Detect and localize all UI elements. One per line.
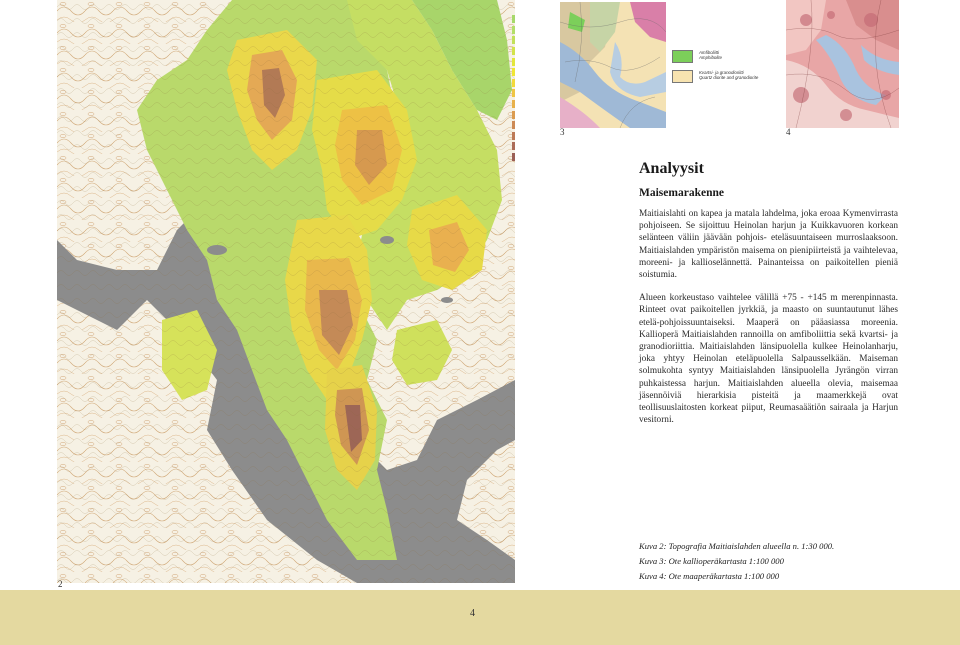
caption-figure-3: Kuva 3: Ote kallioperäkartasta 1:100 000 xyxy=(639,555,784,566)
figure-number-4: 4 xyxy=(786,127,791,137)
legend-entry: 140-145 xyxy=(512,152,515,163)
analysis-text: Analyysit Maisemarakenne Maitiaislahti o… xyxy=(639,160,898,437)
legend-entry: 125-130 xyxy=(512,120,515,131)
legend-entry: 85-90 xyxy=(512,35,515,46)
bedrock-map xyxy=(560,2,666,128)
elevation-legend: 75-80 80-85 85-90 90-95 95-100 100-105 1… xyxy=(512,14,515,162)
section-subheading: Maisemarakenne xyxy=(639,187,724,199)
page-footer: 4 xyxy=(0,590,960,645)
legend-entry: 100-105 xyxy=(512,67,515,78)
legend-entry-quartz-diorite: Kvartsi- ja granodioriitti Quartz diorit… xyxy=(672,70,782,83)
soil-map xyxy=(786,0,899,128)
caption-figure-2: Kuva 2: Topografia Maitiaislahden alueel… xyxy=(639,541,835,551)
figure-number-2: 2 xyxy=(58,579,63,589)
legend-entry: 130-135 xyxy=(512,131,515,142)
figure-number-3: 3 xyxy=(560,127,565,137)
page-number: 4 xyxy=(470,608,475,619)
bedrock-legend: Amfiboliitti Amphibolite Kvartsi- ja gra… xyxy=(672,50,782,90)
paragraph-1: Maitiaislahti on kapea ja matala lahdelm… xyxy=(639,209,898,281)
caption-figure-4: Kuva 4: Ote maaperäkartasta 1:100 000 xyxy=(639,570,780,581)
legend-entry: 110-115 xyxy=(512,88,515,99)
legend-entry: 75-80 xyxy=(512,14,515,25)
legend-entry: 115-120 xyxy=(512,99,515,110)
legend-entry: 80-85 xyxy=(512,25,515,36)
legend-entry: 135-140 xyxy=(512,141,515,152)
soil-map-graphic xyxy=(786,0,899,128)
legend-entry: 120-125 xyxy=(512,109,515,120)
page-heading: Analyysit xyxy=(639,160,704,177)
legend-entry: 105-110 xyxy=(512,78,515,89)
paragraph-2: Alueen korkeustaso vaihtelee välillä +75… xyxy=(639,293,898,426)
topography-map-graphic xyxy=(57,0,515,583)
legend-entry: 95-100 xyxy=(512,56,515,67)
figure-captions: Kuva 2: Topografia Maitiaislahden alueel… xyxy=(639,539,909,583)
legend-entry: 90-95 xyxy=(512,46,515,57)
bedrock-map-graphic xyxy=(560,2,666,128)
legend-entry-amphibolite: Amfiboliitti Amphibolite xyxy=(672,50,782,63)
topography-map: 75-80 80-85 85-90 90-95 95-100 100-105 1… xyxy=(57,0,515,583)
